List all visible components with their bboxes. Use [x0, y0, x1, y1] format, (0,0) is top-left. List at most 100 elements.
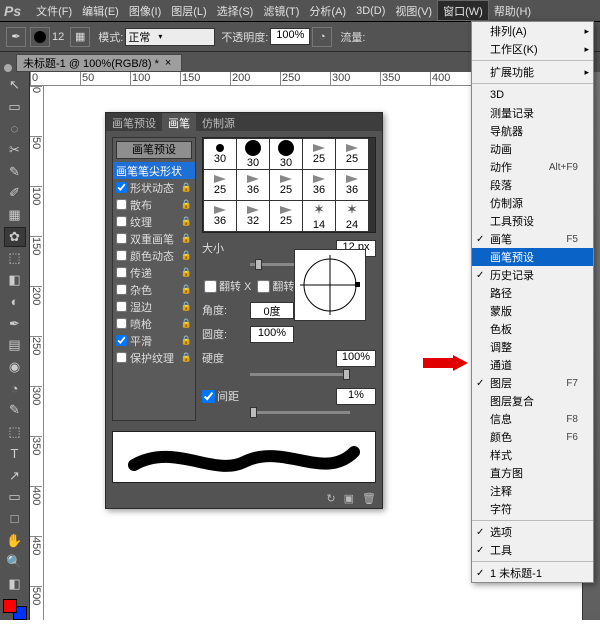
option-checkbox[interactable] [116, 182, 127, 193]
close-icon[interactable]: × [165, 57, 171, 69]
menu-filter[interactable]: 滤镜(T) [258, 0, 304, 21]
brush-preset-picker[interactable] [30, 27, 50, 47]
brush-panel-toggle[interactable]: ▦ [70, 27, 90, 47]
opacity-field[interactable]: 100% [270, 28, 310, 45]
menu-window[interactable]: 窗口(W) [437, 0, 489, 21]
menu-item[interactable]: 动画 [472, 140, 593, 158]
menu-item[interactable]: 工作区(K) [472, 40, 593, 58]
menu-item[interactable]: ✓画笔F5 [472, 230, 593, 248]
menu-analysis[interactable]: 分析(A) [304, 0, 351, 21]
tool-button[interactable]: ◌ [4, 118, 26, 138]
menu-item[interactable]: ✓工具 [472, 541, 593, 559]
menu-item[interactable]: 排列(A) [472, 22, 593, 40]
tool-button[interactable]: ▭ [4, 487, 26, 507]
menu-file[interactable]: 文件(F) [31, 0, 77, 21]
option-checkbox[interactable] [116, 267, 127, 278]
menu-item[interactable]: 直方图 [472, 464, 593, 482]
brush-tip-cell[interactable]: 25 [303, 139, 335, 169]
menu-edit[interactable]: 编辑(E) [77, 0, 124, 21]
tool-button[interactable]: ✎ [4, 401, 26, 421]
menu-item[interactable]: 颜色F6 [472, 428, 593, 446]
brush-option-row[interactable]: 颜色动态🔒 [113, 247, 195, 264]
tool-button[interactable]: ✎ [4, 162, 26, 182]
brush-tip-cell[interactable]: 36 [303, 170, 335, 200]
menu-view[interactable]: 视图(V) [390, 0, 437, 21]
tool-button[interactable]: ⬚ [4, 422, 26, 442]
brush-tip-cell[interactable]: 30 [204, 139, 236, 169]
brush-presets-header[interactable]: 画笔预设 [116, 141, 192, 159]
option-checkbox[interactable] [116, 301, 127, 312]
brush-tip-cell[interactable]: ✶14 [303, 201, 335, 231]
menu-item[interactable]: 信息F8 [472, 410, 593, 428]
menu-item[interactable]: 色板 [472, 320, 593, 338]
menu-item[interactable]: 段落 [472, 176, 593, 194]
blend-mode-select[interactable]: 正常▾ [125, 28, 215, 46]
menu-item[interactable]: ✓图层F7 [472, 374, 593, 392]
menu-item[interactable]: 动作Alt+F9 [472, 158, 593, 176]
tool-button[interactable]: ◉ [4, 357, 26, 377]
menu-item[interactable]: 测量记录 [472, 104, 593, 122]
menu-item[interactable]: 注释 [472, 482, 593, 500]
menu-item[interactable]: 调整 [472, 338, 593, 356]
option-checkbox[interactable] [116, 284, 127, 295]
tool-button[interactable]: ⬚ [4, 249, 26, 269]
menu-item[interactable]: ✓1 未标题-1 [472, 564, 593, 582]
menu-item[interactable]: 样式 [472, 446, 593, 464]
brush-option-row[interactable]: 纹理🔒 [113, 213, 195, 230]
menu-3d[interactable]: 3D(D) [351, 0, 390, 21]
tool-button[interactable]: ↗ [4, 466, 26, 486]
option-checkbox[interactable] [116, 216, 127, 227]
menu-layer[interactable]: 图层(L) [166, 0, 211, 21]
brush-tip-cell[interactable]: 30 [270, 139, 302, 169]
option-checkbox[interactable] [116, 199, 127, 210]
brush-tip-cell[interactable]: 30 [237, 139, 269, 169]
brush-option-row[interactable]: 形状动态🔒 [113, 179, 195, 196]
tool-button[interactable]: ↖ [4, 75, 26, 95]
tool-button[interactable]: ▦ [4, 205, 26, 225]
menu-item[interactable]: 字符 [472, 500, 593, 518]
menu-image[interactable]: 图像(I) [124, 0, 166, 21]
brush-angle-diagram[interactable] [294, 249, 366, 321]
document-tab[interactable]: 未标题-1 @ 100%(RGB/8) * × [16, 54, 182, 72]
tool-button[interactable]: 🔍 [4, 552, 26, 572]
hardness-field[interactable]: 100% [336, 350, 376, 367]
brush-tip-cell[interactable]: 25 [270, 201, 302, 231]
spacing-checkbox[interactable] [202, 390, 215, 403]
roundness-field[interactable]: 100% [250, 326, 294, 343]
brush-tip-cell[interactable]: 25 [270, 170, 302, 200]
option-checkbox[interactable] [116, 335, 127, 346]
brush-option-row[interactable]: 双重画笔🔒 [113, 230, 195, 247]
menu-item[interactable]: 仿制源 [472, 194, 593, 212]
spacing-slider[interactable] [250, 407, 350, 419]
menu-item[interactable]: 路径 [472, 284, 593, 302]
option-checkbox[interactable] [116, 233, 127, 244]
tool-button[interactable]: T [4, 444, 26, 464]
brush-option-row[interactable]: 画笔笔尖形状 [113, 162, 195, 179]
tool-button[interactable]: ◧ [4, 574, 26, 594]
menu-item[interactable]: 蒙版 [472, 302, 593, 320]
menu-item[interactable]: ✓选项 [472, 523, 593, 541]
brush-option-row[interactable]: 喷枪🔒 [113, 315, 195, 332]
brush-option-row[interactable]: 保护纹理🔒 [113, 349, 195, 366]
brush-tip-cell[interactable]: 25 [204, 170, 236, 200]
tool-button[interactable]: ✿ [4, 227, 26, 247]
refresh-icon[interactable]: ↻ [326, 492, 335, 505]
tab-brush-presets[interactable]: 画笔预设 [106, 113, 162, 131]
brush-tip-cell[interactable]: 36 [336, 170, 368, 200]
tool-button[interactable]: ✐ [4, 184, 26, 204]
menu-item[interactable]: 图层复合 [472, 392, 593, 410]
tab-brush[interactable]: 画笔 [162, 113, 196, 131]
angle-field[interactable]: 0度 [250, 302, 294, 319]
brush-option-row[interactable]: 平滑🔒 [113, 332, 195, 349]
spacing-field[interactable]: 1% [336, 388, 376, 405]
brush-tip-cell[interactable]: ✶24 [336, 201, 368, 231]
tool-button[interactable]: ✋ [4, 531, 26, 551]
tool-preset-picker[interactable]: ✒ [6, 27, 26, 47]
tool-button[interactable]: ▭ [4, 97, 26, 117]
hardness-slider[interactable] [250, 369, 350, 381]
tab-clone-source[interactable]: 仿制源 [196, 113, 241, 131]
option-checkbox[interactable] [116, 352, 127, 363]
brush-option-row[interactable]: 传递🔒 [113, 264, 195, 281]
tool-button[interactable]: ◐ [4, 292, 26, 312]
tool-button[interactable]: ✂ [4, 140, 26, 160]
